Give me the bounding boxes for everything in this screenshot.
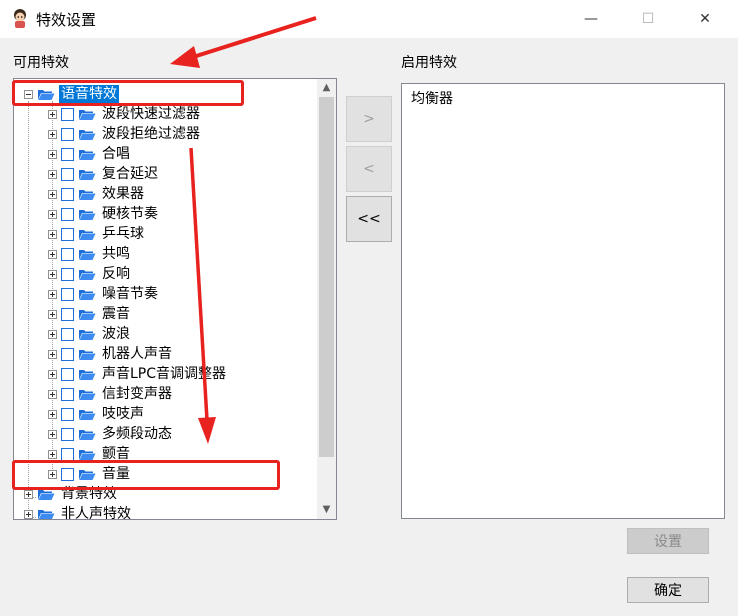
annotation-arrows bbox=[170, 16, 317, 444]
annotation-arrow-to-available-label bbox=[170, 16, 317, 68]
annotation-arrow-to-volume bbox=[189, 147, 216, 444]
